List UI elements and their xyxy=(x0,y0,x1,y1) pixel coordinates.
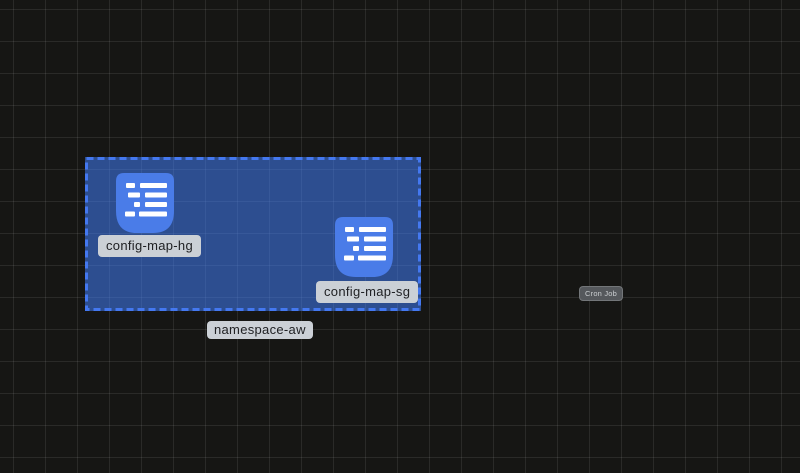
node-config-map-hg[interactable] xyxy=(116,173,174,233)
diagram-canvas[interactable]: config-map-hg config-map-sg namespace-aw… xyxy=(0,0,800,473)
drag-item-cron-job[interactable]: Cron Job xyxy=(579,286,623,301)
node-label-config-map-sg[interactable]: config-map-sg xyxy=(316,281,418,303)
node-config-map-sg[interactable] xyxy=(335,217,393,277)
namespace-label[interactable]: namespace-aw xyxy=(207,321,313,339)
config-map-icon xyxy=(335,217,393,277)
config-map-icon xyxy=(116,173,174,233)
node-label-config-map-hg[interactable]: config-map-hg xyxy=(98,235,201,257)
